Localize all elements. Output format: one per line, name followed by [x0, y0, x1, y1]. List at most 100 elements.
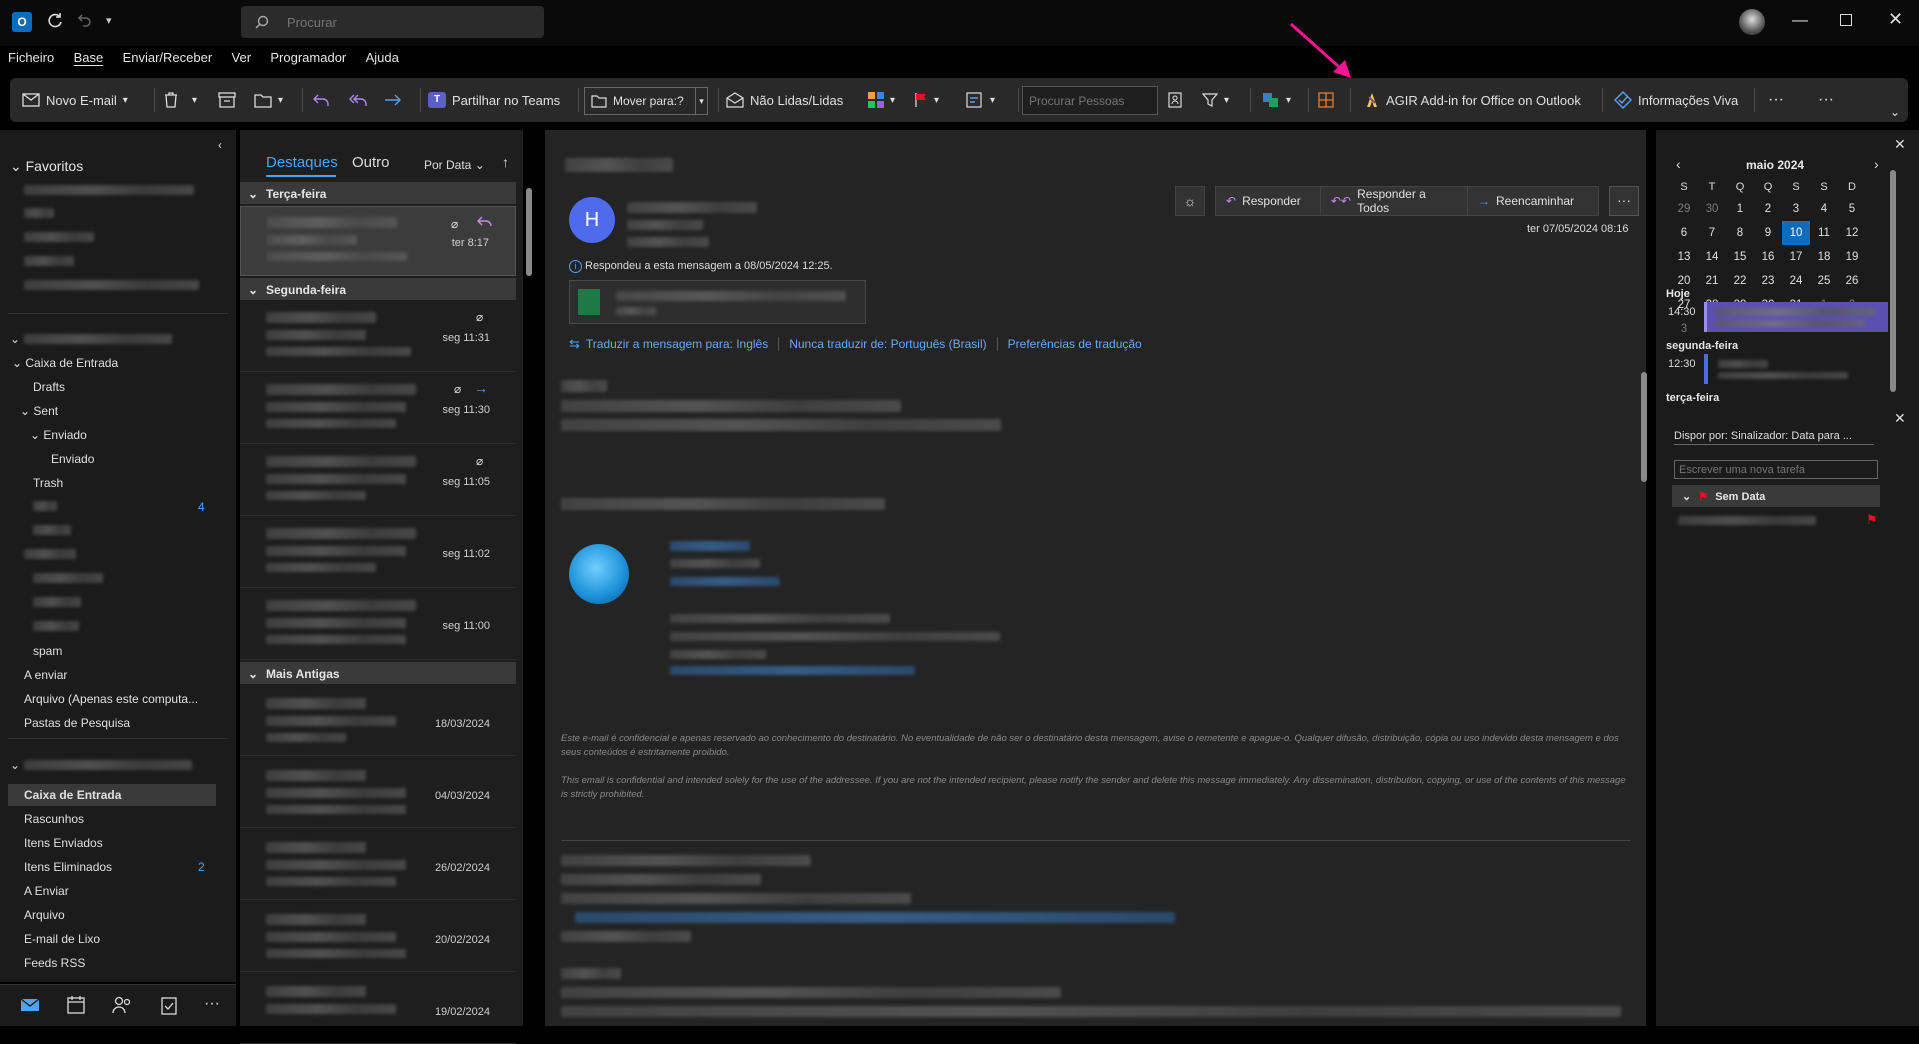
new-email-button[interactable]: Novo E-mail ▾	[22, 86, 128, 114]
address-book-button[interactable]	[1168, 86, 1182, 114]
folder-item[interactable]	[33, 597, 81, 607]
never-translate-link[interactable]: Nunca traduzir de: Português (Brasil)	[789, 337, 986, 351]
calendar-day[interactable]: 3	[1782, 197, 1810, 221]
task-item[interactable]	[1678, 516, 1816, 525]
search-box[interactable]	[241, 6, 544, 38]
folder-item[interactable]	[24, 549, 76, 559]
calendar-day[interactable]: 26	[1838, 269, 1866, 293]
translate-link[interactable]: Traduzir a mensagem para: Inglês	[586, 337, 768, 351]
list-item[interactable]: ⌀ → seg 11:30	[240, 374, 516, 444]
calendar-scrollbar[interactable]	[1890, 170, 1896, 525]
folder-enviado-sub[interactable]: Enviado	[51, 452, 94, 466]
move-button[interactable]: ▾	[254, 86, 283, 114]
list-item[interactable]: ⌀ ter 8:17	[240, 206, 516, 276]
search-input[interactable]	[287, 12, 527, 32]
minimize-icon[interactable]: —	[1792, 12, 1808, 30]
archive-button[interactable]	[218, 86, 236, 114]
calendar-event[interactable]	[1704, 354, 1888, 384]
prev-month-icon[interactable]: ‹	[1676, 156, 1681, 172]
calendar-day[interactable]: 2	[1754, 197, 1782, 221]
calendar-day[interactable]: 29	[1670, 197, 1698, 221]
rules-button[interactable]: ▾	[966, 86, 995, 114]
folder-inbox[interactable]: ⌄ Caixa de Entrada	[12, 356, 118, 370]
move-to-dropdown[interactable]: Mover para:? ▾	[584, 87, 708, 115]
list-item[interactable]: seg 11:02	[240, 518, 516, 588]
calendar-day[interactable]: 25	[1810, 269, 1838, 293]
folder-inbox-2[interactable]: Caixa de Entrada	[24, 788, 121, 802]
folder-drafts[interactable]: Drafts	[33, 380, 65, 394]
sender-avatar[interactable]: H	[569, 197, 615, 243]
folder-lixo[interactable]: E-mail de Lixo	[24, 932, 100, 946]
restore-icon[interactable]	[1840, 14, 1852, 26]
filter-button[interactable]: ▾	[1202, 86, 1229, 114]
calendar-day[interactable]: 12	[1838, 221, 1866, 245]
tasks-group-header[interactable]: ⌄ ⚑ Sem Data	[1672, 485, 1880, 507]
tasks-nav-icon[interactable]	[160, 995, 178, 1015]
list-item[interactable]: 18/03/2024	[240, 686, 516, 756]
avatar[interactable]	[1739, 9, 1765, 35]
list-item[interactable]: ⌀ seg 11:05	[240, 446, 516, 516]
chevron-down-icon[interactable]: ⌄	[10, 758, 20, 772]
more-options-button[interactable]: ···	[1768, 86, 1784, 114]
list-item[interactable]: 04/03/2024	[240, 758, 516, 828]
favorite-item[interactable]	[24, 232, 94, 242]
menu-base[interactable]: Base	[66, 50, 112, 65]
categorize-button[interactable]: ▾	[868, 86, 895, 114]
folder-item[interactable]	[33, 525, 71, 535]
search-people-input[interactable]	[1023, 87, 1151, 114]
group-header[interactable]: ⌄ Terça-feira	[240, 182, 516, 204]
favorite-item[interactable]	[24, 185, 194, 195]
close-calendar-icon[interactable]: ✕	[1894, 136, 1906, 153]
folder-a-enviar[interactable]: A enviar	[24, 668, 67, 682]
next-month-icon[interactable]: ›	[1874, 156, 1879, 172]
share-teams-button[interactable]: T Partilhar no Teams	[428, 86, 560, 114]
reply-button[interactable]: ↶ Responder	[1215, 186, 1321, 216]
calendar-nav-icon[interactable]	[66, 995, 86, 1015]
favorites-header[interactable]: ⌄ Favoritos	[10, 158, 83, 175]
people-nav-icon[interactable]	[111, 995, 133, 1015]
calendar-day-today[interactable]: 10	[1782, 221, 1810, 245]
folder-sent[interactable]: ⌄ Sent	[20, 404, 58, 418]
collapse-pane-icon[interactable]: ‹	[218, 138, 222, 152]
unread-read-button[interactable]: Não Lidas/Lidas	[726, 86, 843, 114]
translate-button[interactable]: ▾	[1262, 86, 1291, 114]
folder-itens-eliminados[interactable]: Itens Eliminados	[24, 860, 112, 874]
favorite-item[interactable]	[24, 280, 199, 290]
more-nav-icon[interactable]: ···	[204, 995, 220, 1013]
calendar-day[interactable]: 8	[1726, 221, 1754, 245]
tab-other[interactable]: Outro	[352, 154, 390, 171]
folder-arquivo[interactable]: Arquivo	[24, 908, 65, 922]
list-item[interactable]: seg 11:00	[240, 590, 516, 660]
calendar-event[interactable]	[1704, 302, 1888, 332]
calendar-day[interactable]: 7	[1698, 221, 1726, 245]
close-icon[interactable]: ✕	[1888, 9, 1903, 30]
translation-preferences-link[interactable]: Preferências de tradução	[1008, 337, 1142, 351]
ribbon-overflow-button[interactable]: ···	[1818, 86, 1834, 114]
attachment-card[interactable]	[569, 280, 866, 324]
folder-trash[interactable]: Trash	[33, 476, 63, 490]
new-task-input[interactable]	[1675, 461, 1875, 478]
chevron-down-icon[interactable]: ⌄	[10, 332, 20, 346]
sort-direction-icon[interactable]: ↑	[502, 154, 509, 170]
calendar-day[interactable]: 19	[1838, 245, 1866, 269]
calendar-day[interactable]: 15	[1726, 245, 1754, 269]
undo-icon[interactable]	[76, 12, 92, 28]
message-list-scrollbar[interactable]	[526, 182, 532, 1016]
tasks-arrange-by[interactable]: Dispor por: Sinalizador: Data para ...	[1674, 430, 1874, 445]
undo-button[interactable]	[312, 86, 330, 114]
calendar-day[interactable]: 30	[1698, 197, 1726, 221]
folder-spam[interactable]: spam	[33, 644, 62, 658]
flag-button[interactable]: ▾	[914, 86, 939, 114]
expand-ribbon-icon[interactable]: ⌄	[1890, 98, 1900, 126]
folder-rascunhos[interactable]: Rascunhos	[24, 812, 84, 826]
calendar-day[interactable]: 6	[1670, 221, 1698, 245]
folder-search-folders[interactable]: Pastas de Pesquisa	[24, 716, 130, 730]
calendar-day[interactable]: 4	[1810, 197, 1838, 221]
calendar-day[interactable]: 21	[1698, 269, 1726, 293]
list-item[interactable]: 26/02/2024	[240, 830, 516, 900]
reply-all-button[interactable]: ↶↶ Responder a Todos	[1320, 186, 1468, 216]
account-header[interactable]	[24, 760, 192, 770]
agir-addin-button[interactable]: AGIR Add-in for Office on Outlook	[1364, 86, 1581, 114]
theme-toggle-button[interactable]: ☼	[1175, 186, 1205, 216]
calendar-day[interactable]: 24	[1782, 269, 1810, 293]
